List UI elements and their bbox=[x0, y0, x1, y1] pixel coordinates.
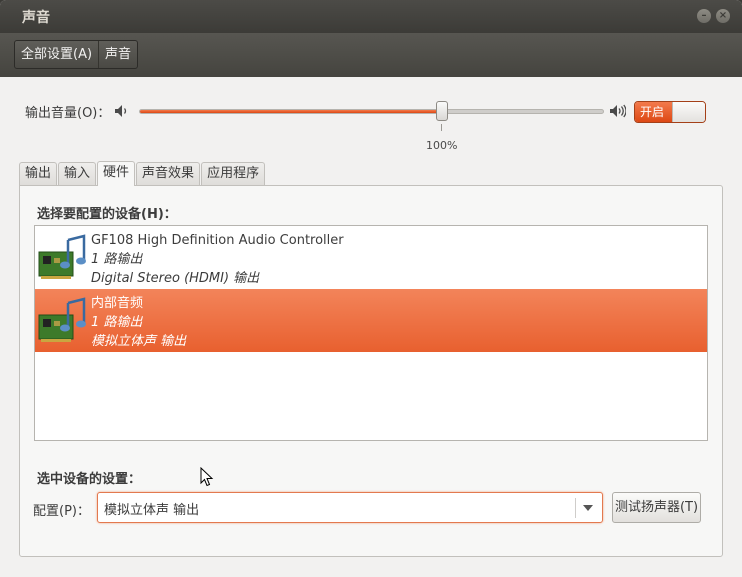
device-profile: 模拟立体声 输出 bbox=[91, 334, 187, 349]
all-settings-button[interactable]: 全部设置(A) bbox=[15, 41, 98, 68]
device-row-internal-audio[interactable]: 内部音频 1 路输出 模拟立体声 输出 bbox=[35, 289, 707, 352]
chevron-down-icon[interactable] bbox=[583, 505, 593, 511]
volume-100-label: 100% bbox=[426, 139, 458, 152]
profile-select-value: 模拟立体声 输出 bbox=[104, 503, 200, 518]
device-settings-heading: 选中设备的设置： bbox=[37, 472, 142, 487]
tab-1[interactable]: 输入 bbox=[58, 162, 97, 186]
volume-100-tick bbox=[441, 124, 442, 131]
window-title: 声音 bbox=[22, 10, 50, 26]
speaker-high-icon bbox=[610, 104, 626, 118]
device-profile: Digital Stereo (HDMI) 输出 bbox=[91, 271, 260, 286]
tab-2[interactable]: 硬件 bbox=[97, 161, 136, 186]
device-row-gf108[interactable]: GF108 High Definition Audio Controller 1… bbox=[35, 226, 707, 289]
tab-0[interactable]: 输出 bbox=[19, 162, 58, 186]
switch-knob[interactable] bbox=[672, 102, 705, 122]
mute-toggle-switch[interactable]: 开启 bbox=[634, 101, 706, 123]
tab-3[interactable]: 声音效果 bbox=[136, 162, 201, 186]
switch-on-label: 开启 bbox=[635, 102, 672, 122]
profile-select[interactable]: 模拟立体声 输出 bbox=[97, 492, 603, 523]
breadcrumb-current[interactable]: 声音 bbox=[98, 41, 137, 68]
profile-label: 配置(P)： bbox=[33, 504, 90, 519]
mouse-pointer-icon bbox=[200, 467, 214, 487]
test-speakers-button[interactable]: 测试扬声器(T) bbox=[612, 492, 701, 523]
device-name: GF108 High Definition Audio Controller bbox=[91, 233, 344, 248]
device-outputs: 1 路输出 bbox=[91, 315, 143, 330]
title-bar: 声音 – × bbox=[0, 0, 742, 33]
tab-4[interactable]: 应用程序 bbox=[201, 162, 266, 186]
tab-bar: 输出 输入 硬件 声音效果 应用程序 bbox=[19, 161, 266, 186]
close-button[interactable]: × bbox=[716, 9, 730, 23]
device-list-heading: 选择要配置的设备(H)： bbox=[37, 207, 177, 222]
sound-card-icon bbox=[38, 234, 86, 279]
toolbar: 全部设置(A) 声音 bbox=[0, 33, 742, 77]
device-name: 内部音频 bbox=[91, 296, 144, 311]
sound-card-icon bbox=[38, 297, 86, 342]
output-volume-slider[interactable] bbox=[139, 101, 604, 121]
volume-slider-handle[interactable] bbox=[436, 101, 448, 121]
output-volume-label: 输出音量(O)： bbox=[25, 106, 111, 121]
sound-settings-window: 声音 – × 全部设置(A) 声音 输出音量(O)： 100% 开启 输出 输入硬… bbox=[0, 0, 742, 577]
volume-slider-fill bbox=[140, 110, 442, 113]
speaker-low-icon bbox=[115, 105, 127, 117]
breadcrumb: 全部设置(A) 声音 bbox=[14, 40, 139, 69]
minimize-button[interactable]: – bbox=[697, 9, 711, 23]
profile-select-divider bbox=[575, 498, 576, 518]
device-outputs: 1 路输出 bbox=[91, 252, 143, 267]
device-list[interactable]: GF108 High Definition Audio Controller 1… bbox=[34, 225, 708, 441]
